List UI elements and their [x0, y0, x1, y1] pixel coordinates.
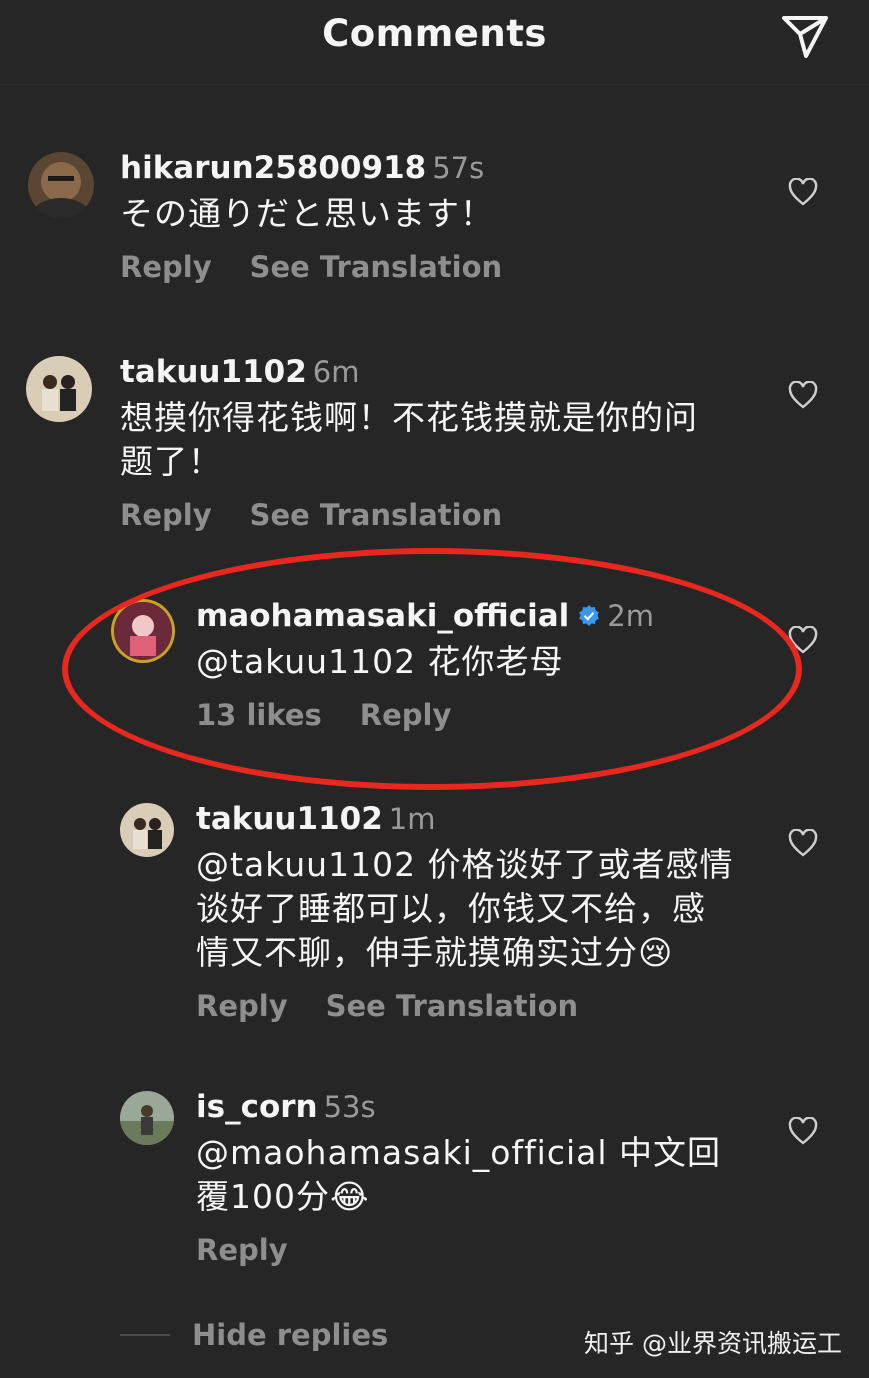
heart-icon[interactable] [788, 829, 818, 857]
reply-button[interactable]: Reply [196, 989, 288, 1023]
comment-text-line: 覆100分😂 [196, 1177, 370, 1216]
timestamp: 2m [607, 599, 654, 633]
hide-replies-label: Hide replies [192, 1318, 389, 1352]
username[interactable]: hikarun25800918 [120, 150, 426, 186]
see-translation-button[interactable]: See Translation [326, 989, 579, 1023]
comment-text-line: @takuu1102 价格谈好了或者感情 [196, 845, 734, 884]
avatar[interactable] [26, 356, 92, 422]
comment-item: hikarun25800918 57s その通りだと思います！ Reply See … [28, 150, 820, 284]
page-title: Comments [322, 12, 547, 55]
timestamp: 1m [388, 802, 436, 836]
reply-button[interactable]: Reply [360, 698, 452, 732]
heart-icon[interactable] [788, 1117, 818, 1145]
comment-header: takuu1102 6m [120, 354, 820, 390]
timestamp: 57s [432, 151, 485, 185]
comment-actions: Reply [196, 1233, 796, 1267]
see-translation-button[interactable]: See Translation [250, 250, 503, 284]
comment-text: @takuu1102 花你老母 [196, 642, 564, 681]
avatar[interactable] [120, 1091, 174, 1145]
avatar-photo-icon [26, 356, 92, 422]
heart-icon[interactable] [788, 178, 818, 206]
heart-icon[interactable] [788, 381, 818, 409]
divider [120, 1334, 170, 1336]
comment-header: maohamasaki_official 2m [196, 598, 796, 634]
verified-badge-icon [579, 604, 600, 626]
watermark: 知乎 @业界资讯搬运工 [584, 1329, 842, 1358]
username[interactable]: maohamasaki_official [196, 598, 569, 634]
comment-text: 想摸你得花钱啊！不花钱摸就是你的问 题了！ [120, 396, 820, 484]
avatar-photo-icon [28, 152, 94, 218]
send-icon[interactable] [780, 14, 830, 60]
comment-text-line: 题了！ [120, 442, 222, 481]
comment-header: is_corn 53s [196, 1089, 796, 1125]
avatar[interactable] [28, 152, 94, 218]
comment-header: takuu1102 1m [196, 801, 796, 837]
header-bar: Comments [0, 0, 869, 85]
reply-item: takuu1102 1m @takuu1102 价格谈好了或者感情 谈好了睡都可以… [120, 801, 796, 1023]
comment-text-line: @maohamasaki_official 中文回 [196, 1133, 722, 1172]
avatar[interactable] [114, 602, 172, 660]
comment-text-line: 想摸你得花钱啊！不花钱摸就是你的问 [120, 398, 698, 437]
see-translation-button[interactable]: See Translation [250, 498, 503, 532]
timestamp: 53s [323, 1090, 376, 1124]
heart-icon[interactable] [788, 626, 818, 654]
reply-button[interactable]: Reply [120, 498, 212, 532]
hide-replies-button[interactable]: Hide replies [120, 1318, 388, 1354]
reply-button[interactable]: Reply [196, 1233, 288, 1267]
avatar[interactable] [120, 803, 174, 857]
comment-text: @maohamasaki_official 中文回 覆100分😂 [196, 1131, 796, 1219]
comment-text: @takuu1102 价格谈好了或者感情 谈好了睡都可以，你钱又不给，感 情又不… [196, 843, 796, 975]
reply-item: maohamasaki_official 2m @takuu1102 花你老母 … [114, 598, 796, 732]
comment-actions: 13 likes Reply [196, 698, 796, 732]
username[interactable]: takuu1102 [196, 801, 383, 837]
timestamp: 6m [312, 355, 360, 389]
comment-text-line: 情又不聊，伸手就摸确实过分😢 [196, 933, 674, 972]
comment-header: hikarun25800918 57s [120, 150, 820, 186]
avatar-photo-icon [120, 1091, 174, 1145]
comment-text-line: 谈好了睡都可以，你钱又不给，感 [196, 889, 706, 928]
avatar-photo-icon [114, 602, 172, 660]
comment-actions: Reply See Translation [196, 989, 796, 1023]
reply-button[interactable]: Reply [120, 250, 212, 284]
avatar-photo-icon [120, 803, 174, 857]
comment-item: takuu1102 6m 想摸你得花钱啊！不花钱摸就是你的问 题了！ Reply S… [26, 354, 820, 532]
username[interactable]: takuu1102 [120, 354, 307, 390]
likes-count[interactable]: 13 likes [196, 698, 322, 732]
comment-actions: Reply See Translation [120, 498, 820, 532]
comment-actions: Reply See Translation [120, 250, 820, 284]
comment-text: その通りだと思います！ [120, 194, 494, 233]
username[interactable]: is_corn [196, 1089, 318, 1125]
reply-item: is_corn 53s @maohamasaki_official 中文回 覆10… [120, 1089, 796, 1267]
